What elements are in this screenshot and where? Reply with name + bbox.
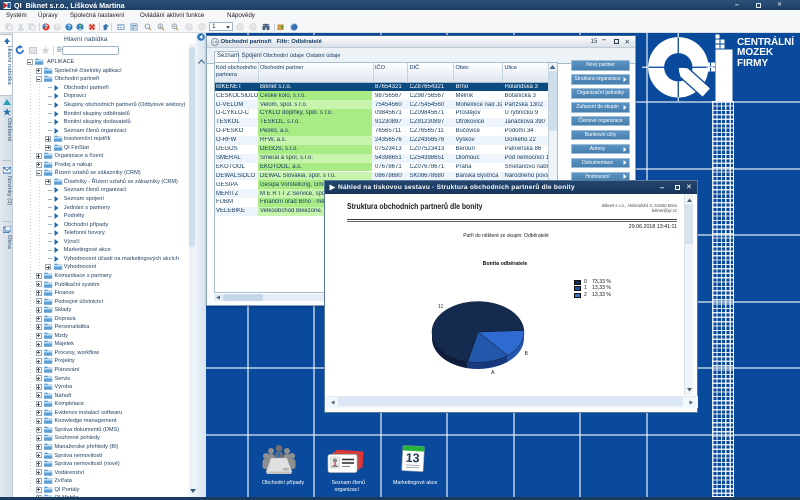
svg-text:+: + bbox=[173, 25, 176, 30]
svg-text:?: ? bbox=[44, 24, 48, 31]
svg-text:?: ? bbox=[55, 24, 59, 31]
svg-text:?: ? bbox=[67, 24, 71, 31]
svg-text:13: 13 bbox=[405, 451, 420, 466]
